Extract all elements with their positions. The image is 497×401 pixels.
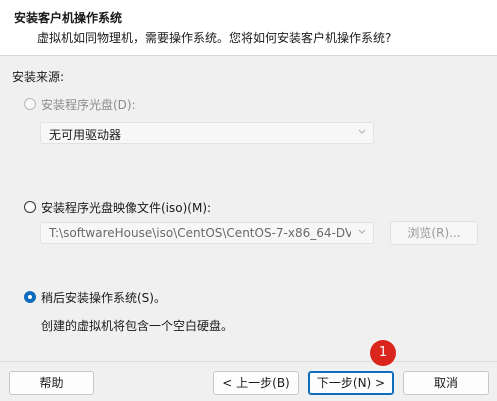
- cancel-button[interactable]: 取消: [403, 371, 489, 395]
- chevron-down-icon: [358, 229, 366, 234]
- radio-iso-image[interactable]: [24, 201, 36, 213]
- iso-path-combobox[interactable]: T:\softwareHouse\iso\CentOS\CentOS-7-x86…: [40, 222, 374, 244]
- back-button[interactable]: < 上一步(B): [213, 371, 299, 395]
- wizard-title: 安装客户机操作系统: [14, 11, 123, 25]
- install-later-description: 创建的虚拟机将包含一个空白硬盘。: [41, 319, 234, 333]
- radio-installer-disc[interactable]: [24, 98, 36, 110]
- wizard-header: 安装客户机操作系统 虚拟机如同物理机，需要操作系统。您将如何安装客户机操作系统?: [0, 0, 497, 56]
- iso-image-label[interactable]: 安装程序光盘映像文件(iso)(M):: [41, 199, 211, 216]
- step-number-badge: 1: [370, 340, 396, 366]
- footer-divider: [0, 361, 497, 362]
- installer-disc-label[interactable]: 安装程序光盘(D):: [41, 96, 136, 113]
- radio-install-later[interactable]: [24, 291, 36, 303]
- help-button[interactable]: 帮助: [9, 371, 94, 395]
- chevron-down-icon: [358, 129, 366, 134]
- next-button[interactable]: 下一步(N) >: [308, 371, 394, 395]
- browse-button[interactable]: 浏览(R)...: [390, 221, 478, 245]
- install-source-label: 安装来源:: [12, 70, 65, 84]
- drive-select[interactable]: 无可用驱动器: [40, 122, 374, 144]
- wizard-subtitle: 虚拟机如同物理机，需要操作系统。您将如何安装客户机操作系统?: [37, 31, 392, 45]
- iso-path-value: T:\softwareHouse\iso\CentOS\CentOS-7-x86…: [49, 226, 351, 240]
- install-later-label[interactable]: 稍后安装操作系统(S)。: [41, 289, 166, 306]
- drive-select-value: 无可用驱动器: [49, 128, 122, 142]
